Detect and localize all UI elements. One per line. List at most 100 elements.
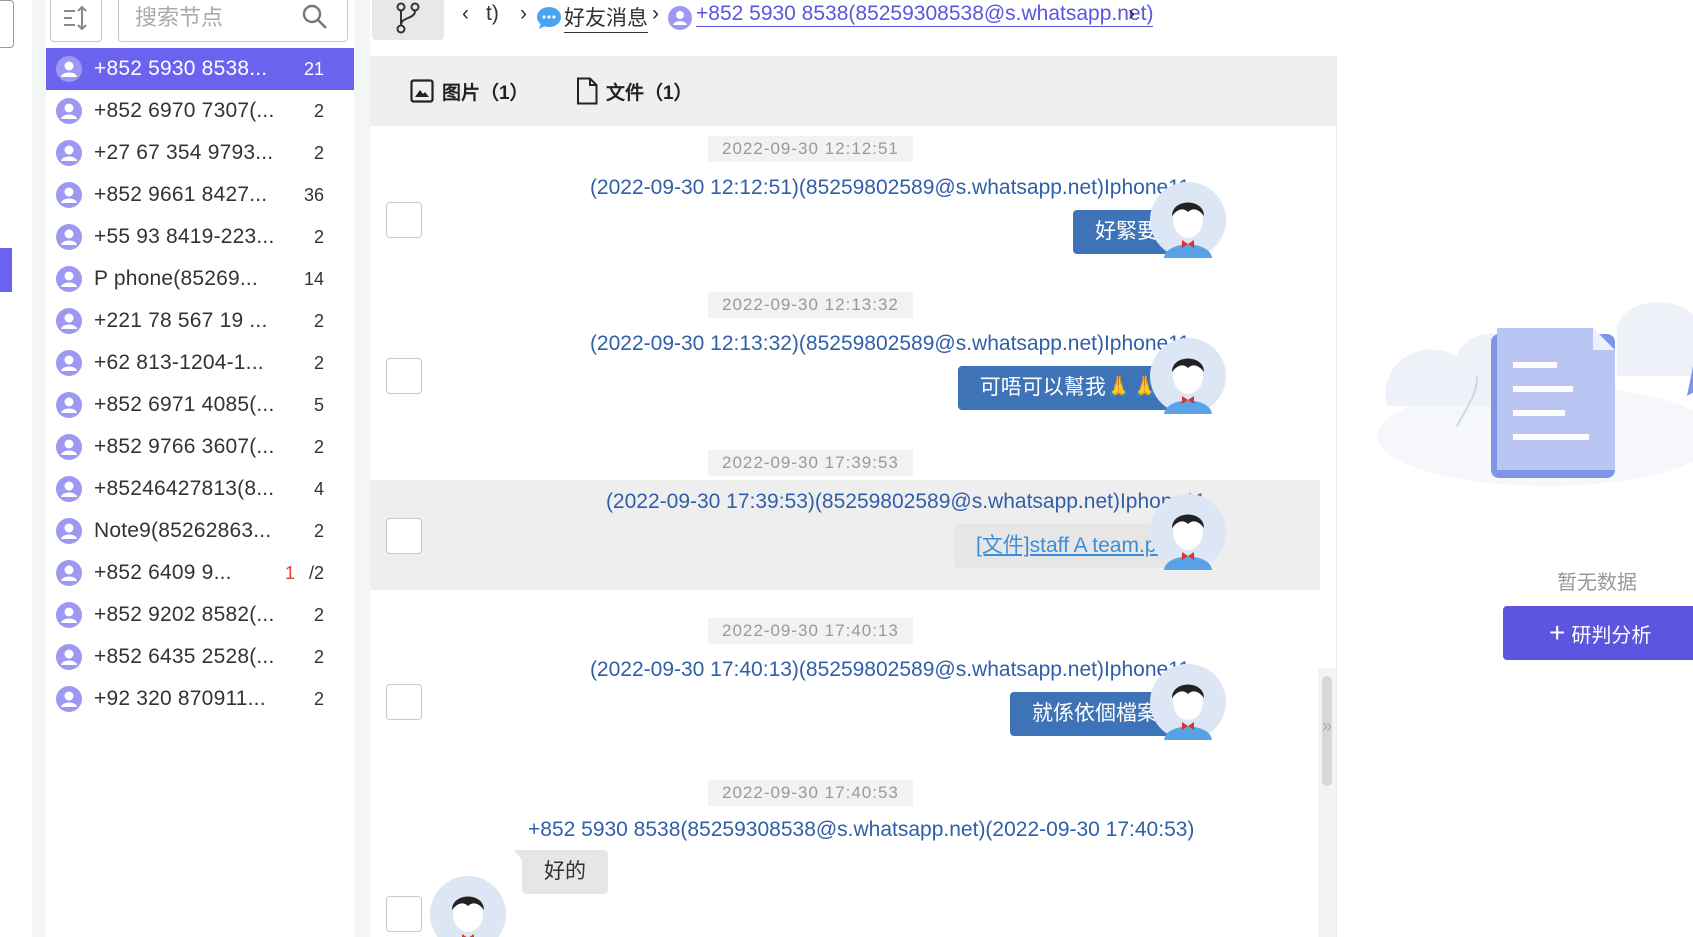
branch-button[interactable] [372,0,444,40]
contact-message-count: 2 [314,143,324,164]
contact-message-count: 2 [314,689,324,710]
contact-item[interactable]: +27 67 354 9793... 2 [46,132,354,174]
contact-avatar-icon [56,182,82,208]
message-timestamp: 2022-09-30 12:13:32 [708,292,913,318]
contact-item[interactable]: +852 6970 7307(... 2 [46,90,354,132]
contact-name: +852 9661 8427... [94,183,268,206]
contact-message-count: 2 [314,227,324,248]
contact-name: +852 9202 8582(... [94,603,275,626]
contact-name: +852 5930 8538... [94,57,268,80]
total-count: 2 [313,311,324,331]
total-count: 36 [303,185,324,205]
contact-name: +62 813-1204-1... [94,351,264,374]
contact-message-count: 2 [314,605,324,626]
contact-message-count: 5 [314,395,324,416]
branch-icon [396,2,420,34]
message-bubble[interactable]: 好的 [514,850,608,894]
message-select-checkbox[interactable] [386,896,422,932]
contact-avatar-icon [56,518,82,544]
message-bubble[interactable]: 可唔可以幫我🙏🙏 [957,366,1189,410]
message-meta: (2022-09-30 17:40:13)(85259802589@s.what… [589,658,1190,681]
contact-item[interactable]: +852 6971 4085(... 5 [46,384,354,426]
breadcrumb-separator-icon: › [520,2,527,25]
contact-avatar-icon [56,392,82,418]
contact-message-count: 2 [314,101,324,122]
message-select-checkbox[interactable] [386,518,422,554]
contact-message-count: 36 [304,185,324,206]
contact-message-count: 21 [304,59,324,80]
contact-item[interactable]: +852 9766 3607(... 2 [46,426,354,468]
sort-icon [64,5,87,31]
contact-item[interactable]: +852 9661 8427... 36 [46,174,354,216]
total-count: 2 [313,521,324,541]
total-count: 21 [303,59,324,79]
contact-message-count: 2 [314,521,324,542]
message-meta: (2022-09-30 12:13:32)(85259802589@s.what… [589,332,1190,355]
message-select-checkbox[interactable] [386,202,422,238]
breadcrumb-separator-icon: › [652,2,659,25]
contact-avatar-icon [56,140,82,166]
contact-name: +92 320 870911... [94,687,266,710]
total-count: 2 [313,437,324,457]
contact-avatar-icon [56,308,82,334]
file-link[interactable]: [文件]staff A team.pdf [976,534,1174,557]
total-count: 2 [313,689,324,709]
contact-panel: +852 5930 8538...21+852 6970 7307(...2+2… [46,0,354,937]
tab-files[interactable]: 文件（1） [576,74,693,108]
contact-name: P phone(85269... [94,267,258,290]
analyze-button[interactable]: + 研判分析 [1503,606,1693,660]
contact-item[interactable]: +852 6435 2528(... 2 [46,636,354,678]
message-select-checkbox[interactable] [386,684,422,720]
contact-message-count: 1/2 [285,563,324,584]
message-timestamp: 2022-09-30 17:39:53 [708,450,913,476]
contact-message-count: 2 [314,647,324,668]
breadcrumb-friend-messages[interactable]: 好友消息 [564,2,648,33]
node-search-input[interactable] [135,1,295,35]
sender-avatar [430,876,506,937]
contact-item[interactable]: Note9(85262863... 2 [46,510,354,552]
breadcrumb-prev[interactable]: t) [486,2,499,26]
contact-avatar-icon [56,98,82,124]
left-nav-active-indicator [0,248,12,292]
breadcrumb-contact[interactable]: +852 5930 8538(85259308538@s.whatsapp.ne… [696,2,1154,27]
contact-item[interactable]: +55 93 8419-223... 2 [46,216,354,258]
unread-count: 1 [284,563,295,583]
back-chevron-icon[interactable]: ‹ [462,2,469,26]
empty-state-illustration-icon [1377,302,1693,486]
search-icon[interactable] [301,3,329,31]
contact-item[interactable]: +852 6409 9... 1/2 [46,552,354,594]
contact-item[interactable]: +92 320 870911... 2 [46,678,354,720]
forward-chevron-icon[interactable]: › [1128,2,1135,26]
contact-message-count: 2 [314,353,324,374]
message-meta: +852 5930 8538(85259308538@s.whatsapp.ne… [528,818,1195,841]
contact-item[interactable]: +221 78 567 19 ... 2 [46,300,354,342]
contact-avatar-icon [56,686,82,712]
contact-name: +852 6970 7307(... [94,99,275,122]
empty-state-text: 暂无数据 [1557,572,1637,594]
contact-message-count: 2 [314,437,324,458]
contact-name: +221 78 567 19 ... [94,309,268,332]
contact-item[interactable]: +62 813-1204-1... 2 [46,342,354,384]
message-row: 2022-09-30 12:12:51 (2022-09-30 12:12:51… [370,126,1320,282]
total-count: 14 [303,269,324,289]
message-row: 2022-09-30 17:40:13 (2022-09-30 17:40:13… [370,606,1320,776]
contact-item[interactable]: +85246427813(8... 4 [46,468,354,510]
sender-avatar [1150,182,1226,258]
contact-avatar-icon [56,224,82,250]
contact-name: +55 93 8419-223... [94,225,275,248]
panel-divider [354,0,370,937]
contact-avatar-icon [56,56,82,82]
contact-item[interactable]: +852 9202 8582(... 2 [46,594,354,636]
total-count: 5 [313,395,324,415]
contact-name: +852 6409 9... [94,561,232,584]
attachment-tabs: 图片（1） 文件（1） [370,56,1336,126]
collapse-panel-icon[interactable]: » [1318,706,1336,746]
left-nav-button[interactable] [0,0,14,48]
contact-name: +852 6435 2528(... [94,645,275,668]
contact-item[interactable]: +852 5930 8538... 21 [46,48,354,90]
sort-button[interactable] [50,0,102,42]
contact-item[interactable]: P phone(85269... 14 [46,258,354,300]
total-count: 2 [313,227,324,247]
tab-images[interactable]: 图片（1） [410,74,529,108]
message-select-checkbox[interactable] [386,358,422,394]
